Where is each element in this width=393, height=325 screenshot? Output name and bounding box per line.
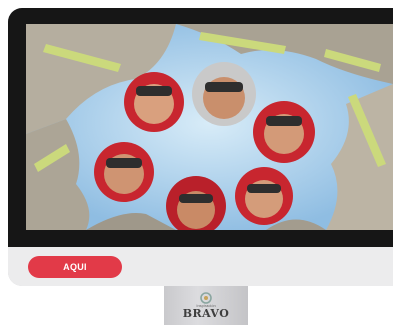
firefighter-huddle-photo — [26, 24, 393, 230]
aqui-button[interactable]: AQUI — [28, 256, 122, 278]
monitor-screen — [26, 24, 393, 230]
brand-name: BRAVO — [182, 307, 230, 320]
brand-logo: Inspiración BRAVO — [178, 292, 234, 325]
